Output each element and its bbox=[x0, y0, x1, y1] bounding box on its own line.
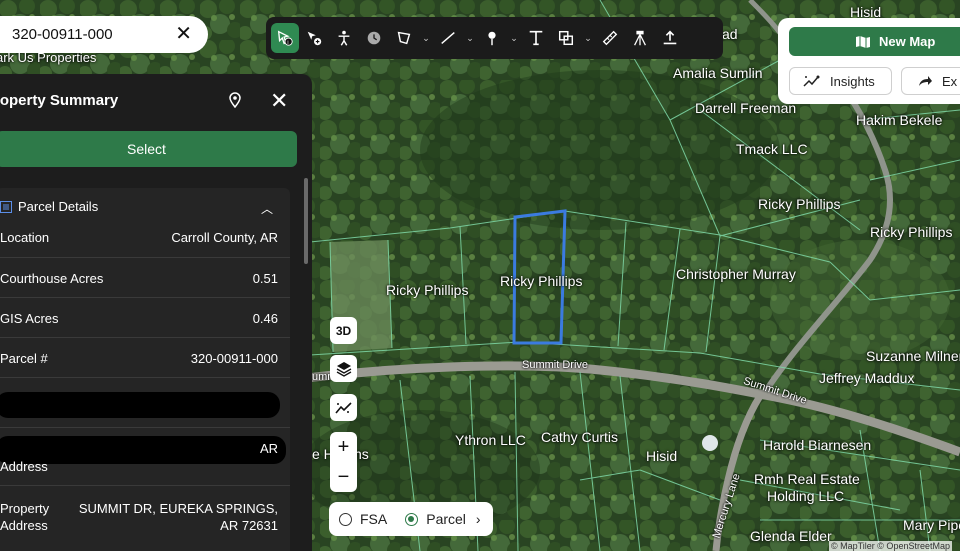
layer-option-label: FSA bbox=[360, 511, 388, 527]
polygon-icon[interactable] bbox=[389, 23, 419, 53]
detail-row: GIS Acres 0.46 bbox=[0, 297, 290, 337]
section-title: Parcel Details bbox=[18, 199, 99, 214]
select-button[interactable]: Select bbox=[0, 131, 297, 167]
shape-icon[interactable] bbox=[551, 23, 581, 53]
map-label: Harold Biarnesen bbox=[763, 437, 872, 453]
detail-row: Location Carroll County, AR bbox=[0, 222, 290, 262]
map-attribution: © MapTiler © OpenStreetMap bbox=[829, 541, 952, 551]
location-pin-icon[interactable] bbox=[228, 92, 242, 113]
map-label: Jeffrey Maddux bbox=[819, 370, 915, 386]
panel-title: roperty Summary bbox=[0, 92, 119, 109]
export-button[interactable]: Ex bbox=[901, 67, 960, 95]
detail-key: Parcel # bbox=[0, 351, 48, 366]
detail-key: Location bbox=[0, 230, 50, 245]
share-arrow-icon bbox=[919, 76, 932, 86]
map-label: Rmh Real Estate bbox=[754, 471, 860, 487]
detail-key: Courthouse Acres bbox=[0, 271, 104, 286]
search-input[interactable] bbox=[12, 26, 162, 43]
detail-row: Courthouse Acres 0.51 bbox=[0, 257, 290, 297]
add-point-icon[interactable] bbox=[299, 23, 329, 53]
search-bar[interactable]: ✕ bbox=[0, 16, 208, 53]
radio-parcel[interactable] bbox=[405, 512, 419, 526]
ruler-icon[interactable] bbox=[595, 23, 625, 53]
map-label: Glenda Elder bbox=[750, 528, 832, 544]
map-label: Hakim Bekele bbox=[856, 112, 943, 128]
chevron-down-icon[interactable]: ⌄ bbox=[463, 23, 477, 53]
detail-value: SUMMIT DR, EUREKA SPRINGS, AR 72631 bbox=[78, 501, 278, 533]
chevron-up-icon[interactable]: ︿ bbox=[261, 200, 273, 217]
map-label: Ricky Phillips bbox=[500, 273, 583, 289]
map-label: Cathy Curtis bbox=[541, 429, 619, 445]
drawing-toolbar: i ⌄ ⌄ ⌄ ⌄ bbox=[266, 17, 723, 59]
detail-value: Carroll County, AR bbox=[171, 230, 278, 245]
detail-row: Parcel # 320-00911-000 bbox=[0, 337, 290, 377]
insights-label: Insights bbox=[830, 73, 875, 89]
map-label: Ricky Phillips bbox=[870, 224, 953, 240]
map-label: Hisid bbox=[646, 448, 678, 464]
detail-value: 0.51 bbox=[252, 271, 278, 286]
parcel-details-header[interactable]: Parcel Details bbox=[0, 199, 98, 214]
chevron-down-icon[interactable]: ⌄ bbox=[419, 23, 433, 53]
chevron-down-icon[interactable]: ⌄ bbox=[507, 23, 521, 53]
view-3d-button[interactable]: 3D bbox=[330, 317, 357, 344]
detail-row: Address AR bbox=[0, 427, 290, 485]
list-icon bbox=[0, 200, 12, 213]
export-label: Ex bbox=[942, 73, 958, 89]
radio-fsa[interactable] bbox=[339, 512, 352, 526]
pin-icon[interactable] bbox=[477, 23, 507, 53]
map-actions-panel: New Map Insights Ex bbox=[778, 18, 960, 104]
trend-icon[interactable] bbox=[330, 394, 357, 421]
panel-scrollbar[interactable] bbox=[304, 178, 308, 264]
layer-toggle: FSA Parcel › bbox=[329, 502, 493, 536]
map-label: Darrell Freeman bbox=[695, 100, 797, 116]
zoom-in-button[interactable]: + bbox=[330, 432, 357, 462]
new-map-button[interactable]: New Map bbox=[789, 27, 960, 56]
layer-option-label: Parcel bbox=[426, 511, 466, 527]
detail-key: Property Address bbox=[0, 501, 50, 533]
redaction-mark bbox=[0, 392, 280, 418]
zoom-out-button[interactable]: − bbox=[330, 462, 357, 492]
person-icon[interactable] bbox=[329, 23, 359, 53]
identify-icon[interactable]: i bbox=[271, 23, 299, 53]
map-label: Amalia Sumlin bbox=[673, 65, 763, 81]
clock-icon[interactable] bbox=[359, 23, 389, 53]
map-label: ad bbox=[722, 26, 738, 42]
detail-key: GIS Acres bbox=[0, 311, 59, 326]
map-icon bbox=[856, 35, 870, 48]
sparkle-chart-icon bbox=[803, 75, 820, 87]
detail-value: 320-00911-000 bbox=[190, 351, 278, 366]
map-label: Ricky Phillips bbox=[386, 282, 469, 298]
map-label: Holding LLC bbox=[767, 488, 845, 504]
map-label: Christopher Murray bbox=[676, 266, 796, 282]
close-icon[interactable]: ✕ bbox=[270, 88, 288, 114]
chevron-right-icon[interactable]: › bbox=[476, 511, 481, 527]
map-label: Ythron LLC bbox=[455, 432, 526, 448]
close-icon[interactable]: ✕ bbox=[175, 24, 192, 44]
chevron-down-icon[interactable]: ⌄ bbox=[581, 23, 595, 53]
line-icon[interactable] bbox=[433, 23, 463, 53]
detail-key: Address bbox=[0, 459, 48, 474]
property-summary-panel: roperty Summary ✕ Select Parcel Details … bbox=[0, 74, 312, 551]
map-label: Ricky Phillips bbox=[758, 196, 841, 212]
svg-text:i: i bbox=[287, 40, 288, 46]
layers-icon[interactable] bbox=[330, 355, 357, 382]
survey-tripod-icon[interactable] bbox=[625, 23, 655, 53]
new-map-label: New Map bbox=[879, 34, 936, 49]
upload-icon[interactable] bbox=[655, 23, 685, 53]
road-label: Summit Drive bbox=[522, 359, 589, 371]
map-label: Suzanne Milner bbox=[866, 348, 960, 364]
text-icon[interactable] bbox=[521, 23, 551, 53]
parcel-details-card: Parcel Details ︿ Location Carroll County… bbox=[0, 188, 290, 551]
zoom-control: + − bbox=[330, 432, 357, 492]
detail-row: Property Address SUMMIT DR, EUREKA SPRIN… bbox=[0, 485, 290, 545]
map-label: Tmack LLC bbox=[736, 141, 808, 157]
detail-row-redacted bbox=[0, 377, 290, 427]
map-label: Mary Pipe bbox=[903, 517, 960, 533]
insights-button[interactable]: Insights bbox=[789, 67, 892, 95]
detail-value: 0.46 bbox=[252, 311, 278, 326]
detail-value: AR bbox=[259, 441, 278, 456]
